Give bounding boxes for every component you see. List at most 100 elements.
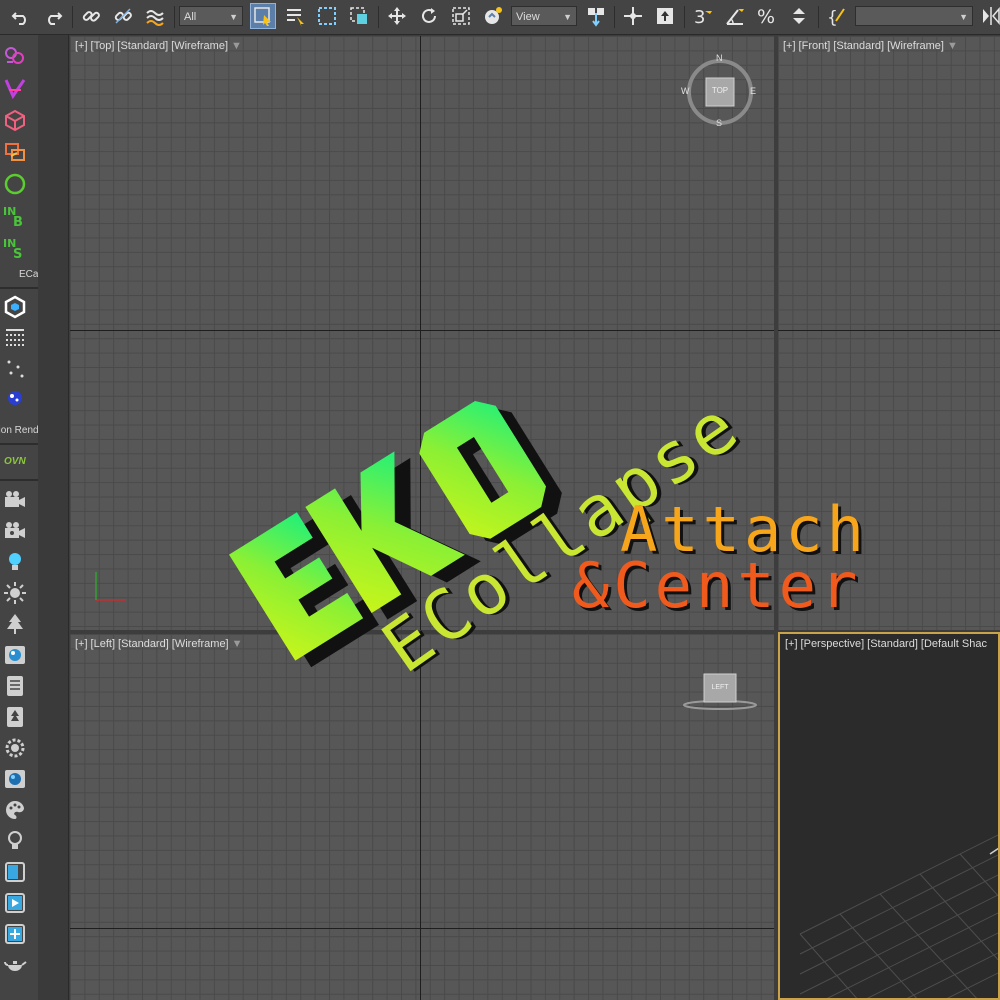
- compass-north: N: [716, 53, 723, 63]
- hex-cube-icon[interactable]: [2, 294, 28, 320]
- viewport-left[interactable]: [+] [Left] [Standard] [Wireframe] ▼ LEFT: [70, 634, 774, 1000]
- mirror-icon[interactable]: [978, 3, 1000, 29]
- selection-filter-dropdown[interactable]: All ▼: [179, 6, 243, 26]
- render-frame-icon[interactable]: [2, 859, 28, 885]
- named-selection-sets-dropdown[interactable]: ▼: [855, 6, 973, 26]
- select-object-button[interactable]: [250, 3, 276, 29]
- attach-objects-icon[interactable]: [2, 139, 28, 165]
- viewport-top-label[interactable]: [+] [Top] [Standard] [Wireframe] ▼: [75, 40, 245, 52]
- funnel-icon[interactable]: ▼: [231, 40, 242, 52]
- material-editor-icon[interactable]: [2, 642, 28, 668]
- pivot-point-center-icon[interactable]: [583, 3, 609, 29]
- document-list-icon[interactable]: [2, 673, 28, 699]
- redo-icon[interactable]: [40, 3, 66, 29]
- edit-named-selection-icon[interactable]: {: [824, 3, 850, 29]
- viewport-mode-menu[interactable]: [Standard]: [117, 40, 168, 52]
- funnel-icon[interactable]: ▼: [232, 638, 243, 650]
- script-s-icon[interactable]: IN S: [2, 235, 28, 261]
- window-crossing-icon[interactable]: [346, 3, 372, 29]
- select-place-icon[interactable]: [480, 3, 506, 29]
- chevron-down-icon: ▼: [563, 12, 572, 22]
- box-primitive-icon[interactable]: [2, 107, 28, 133]
- gear-sphere-icon[interactable]: [2, 735, 28, 761]
- grid-axis-vertical: [420, 634, 421, 1000]
- reference-coordinate-dropdown[interactable]: View ▼: [511, 6, 577, 26]
- viewport-front-label[interactable]: [+] [Front] [Standard] [Wireframe] ▼: [783, 40, 961, 52]
- compass-south: S: [716, 118, 723, 128]
- light-lister-icon[interactable]: [2, 828, 28, 854]
- svg-text:3: 3: [694, 7, 705, 27]
- link-icon[interactable]: [78, 3, 104, 29]
- scatter-points-icon[interactable]: [2, 355, 28, 381]
- viewport-plus-menu[interactable]: [+]: [783, 40, 796, 52]
- viewport-shading-menu[interactable]: [Wireframe]: [171, 40, 228, 52]
- rotate-icon[interactable]: [416, 3, 442, 29]
- sun-light-icon[interactable]: [2, 580, 28, 606]
- viewport-shading-menu[interactable]: [Wireframe]: [887, 40, 944, 52]
- angle-snap-icon[interactable]: [722, 3, 748, 29]
- render-production-icon[interactable]: [2, 890, 28, 916]
- viewcube-left[interactable]: LEFT: [680, 672, 760, 712]
- ovn-label[interactable]: OVN: [4, 456, 26, 467]
- viewcube[interactable]: TOP N S E W: [681, 53, 757, 128]
- reference-coordinate-value: View: [516, 11, 540, 23]
- chevron-down-icon: ▼: [959, 12, 968, 22]
- tree-icon[interactable]: [2, 611, 28, 637]
- grid-axis-horizontal: [70, 330, 774, 331]
- compass-west: W: [681, 86, 690, 96]
- grid-axis-horizontal: [70, 928, 774, 929]
- light-bulb-icon[interactable]: [2, 549, 28, 575]
- funnel-icon[interactable]: ▼: [947, 40, 958, 52]
- svg-text:B: B: [13, 215, 23, 228]
- viewcube-left-face: LEFT: [711, 684, 729, 691]
- list-grid-icon[interactable]: [2, 325, 28, 351]
- perspective-grid: [799, 834, 998, 998]
- unlink-icon[interactable]: [110, 3, 136, 29]
- move-icon[interactable]: [384, 3, 410, 29]
- viewport-shading-menu[interactable]: [Wireframe]: [172, 638, 229, 650]
- percent-snap-icon[interactable]: %: [754, 3, 780, 29]
- viewport-front[interactable]: [+] [Front] [Standard] [Wireframe] ▼: [778, 36, 1000, 630]
- viewport-perspective[interactable]: [+] [Perspective] [Standard] [Default Shac: [778, 632, 1000, 1000]
- svg-text:S: S: [13, 247, 22, 260]
- viewport-pov-menu[interactable]: [Top]: [91, 40, 115, 52]
- palette-icon[interactable]: [2, 797, 28, 823]
- viewcube-top-face: TOP: [711, 86, 729, 95]
- grid-axis-vertical: [420, 36, 421, 630]
- rectangular-selection-region-icon[interactable]: [314, 3, 340, 29]
- viewport-plus-menu[interactable]: [+]: [75, 638, 88, 650]
- snaps-toggle-icon[interactable]: 3: [690, 3, 716, 29]
- compass-east: E: [750, 86, 757, 96]
- viewport-left-label[interactable]: [+] [Left] [Standard] [Wireframe] ▼: [75, 638, 246, 650]
- physical-camera-icon[interactable]: [2, 518, 28, 544]
- bind-space-warp-icon[interactable]: [142, 3, 168, 29]
- create-geometry-icon[interactable]: [2, 43, 28, 69]
- select-by-name-icon[interactable]: [282, 3, 308, 29]
- spinner-snap-icon[interactable]: [786, 3, 812, 29]
- viewport-side-strip: [38, 35, 69, 1000]
- viewport-mode-menu[interactable]: [Standard]: [833, 40, 884, 52]
- camera-icon[interactable]: [2, 487, 28, 513]
- scale-icon[interactable]: [448, 3, 474, 29]
- scene-tree-icon[interactable]: [2, 704, 28, 730]
- render-sphere-icon[interactable]: [2, 766, 28, 792]
- keyboard-shortcut-override-icon[interactable]: [652, 3, 678, 29]
- script-b-icon[interactable]: IN B: [2, 203, 28, 229]
- circle-icon[interactable]: [2, 171, 28, 197]
- left-command-panel: INB INS ECad gion Render Pl OVN: [0, 35, 39, 1000]
- main-toolbar: All ▼ View ▼ 3 % {▼: [0, 0, 1000, 35]
- viewport-pov-menu[interactable]: [Front]: [799, 40, 831, 52]
- render-setup-icon[interactable]: [2, 921, 28, 947]
- viewport-top[interactable]: [+] [Top] [Standard] [Wireframe] ▼ TOP N S E…: [70, 36, 774, 630]
- select-manipulate-icon[interactable]: [620, 3, 646, 29]
- undo-icon[interactable]: [8, 3, 34, 29]
- viewport-plus-menu[interactable]: [+]: [75, 40, 88, 52]
- selection-filter-value: All: [184, 11, 197, 23]
- render-teapot-icon[interactable]: [2, 385, 28, 411]
- viewport-mode-menu[interactable]: [Standard]: [118, 638, 169, 650]
- grid-axis-horizontal: [778, 330, 1000, 331]
- svg-text:{: {: [827, 8, 838, 27]
- teapot-icon[interactable]: [2, 952, 28, 978]
- viewport-pov-menu[interactable]: [Left]: [91, 638, 115, 650]
- shapes-icon[interactable]: [2, 75, 28, 101]
